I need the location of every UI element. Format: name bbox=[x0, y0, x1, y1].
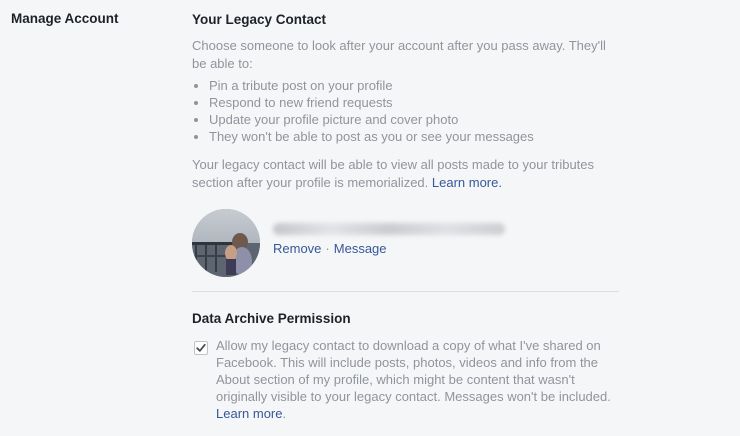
legacy-note-text: Your legacy contact will be able to view… bbox=[192, 157, 595, 190]
archive-permission-description: Allow my legacy contact to download a co… bbox=[216, 338, 611, 404]
data-archive-heading: Data Archive Permission bbox=[192, 311, 351, 326]
learn-more-link[interactable]: Learn more. bbox=[432, 175, 502, 190]
archive-trailing-period: . bbox=[282, 406, 287, 421]
remove-button[interactable]: Remove bbox=[273, 241, 321, 256]
action-separator: · bbox=[325, 241, 330, 256]
archive-permission-row: Allow my legacy contact to download a co… bbox=[192, 337, 612, 422]
message-button[interactable]: Message bbox=[334, 241, 387, 256]
contact-actions: Remove · Message bbox=[273, 240, 387, 257]
data-archive-section: Data Archive Permission Allow my legacy … bbox=[192, 310, 612, 422]
list-item: Update your profile picture and cover ph… bbox=[209, 111, 622, 128]
manage-account-label: Manage Account bbox=[11, 11, 119, 26]
list-item: Pin a tribute post on your profile bbox=[209, 77, 622, 94]
archive-permission-checkbox[interactable] bbox=[194, 341, 208, 355]
legacy-contact-section: Your Legacy Contact Choose someone to lo… bbox=[192, 11, 622, 277]
avatar-photo-icon bbox=[192, 209, 260, 277]
checkmark-icon bbox=[196, 343, 206, 352]
archive-learn-more-link[interactable]: Learn more bbox=[216, 406, 282, 421]
contact-name-blurred bbox=[273, 223, 505, 235]
legacy-contact-heading: Your Legacy Contact bbox=[192, 12, 327, 27]
legacy-contact-note: Your legacy contact will be able to view… bbox=[192, 156, 622, 192]
legacy-abilities-list: Pin a tribute post on your profile Respo… bbox=[192, 77, 622, 145]
legacy-contact-description: Choose someone to look after your accoun… bbox=[192, 38, 606, 71]
list-item: Respond to new friend requests bbox=[209, 94, 622, 111]
avatar[interactable] bbox=[192, 209, 260, 277]
list-item: They won't be able to post as you or see… bbox=[209, 128, 622, 145]
section-divider bbox=[192, 291, 619, 292]
archive-permission-text: Allow my legacy contact to download a co… bbox=[216, 337, 611, 422]
legacy-contact-card: Remove · Message bbox=[192, 209, 622, 277]
